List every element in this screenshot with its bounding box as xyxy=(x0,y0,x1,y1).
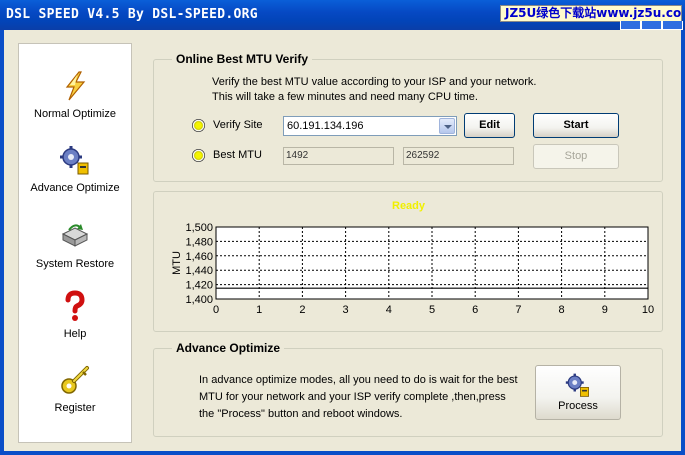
best-mtu-field: 1492 xyxy=(283,147,394,165)
sidebar-item-help[interactable]: Help xyxy=(19,290,131,340)
x-tick-label: 8 xyxy=(559,304,565,316)
y-tick-label: 1,460 xyxy=(185,251,213,263)
process-button[interactable]: Process xyxy=(535,365,621,420)
y-tick-label: 1,440 xyxy=(185,265,213,277)
group-title: Online Best MTU Verify xyxy=(172,52,313,66)
x-tick-label: 4 xyxy=(386,304,392,316)
x-tick-label: 3 xyxy=(343,304,349,316)
start-button[interactable]: Start xyxy=(533,113,619,138)
sidebar-item-label: Advance Optimize xyxy=(30,182,120,194)
sidebar-item-register[interactable]: Register xyxy=(19,364,131,414)
close-button[interactable] xyxy=(662,21,683,30)
advance-description-line2: MTU for your network and your ISP verify… xyxy=(199,391,506,403)
sidebar-item-label: System Restore xyxy=(35,258,115,270)
x-tick-label: 9 xyxy=(602,304,608,316)
window-controls xyxy=(620,21,683,30)
advance-description-line3: the "Process" button and reboot windows. xyxy=(199,408,403,420)
verify-site-label: Verify Site xyxy=(213,119,263,131)
sidebar-item-system-restore[interactable]: System Restore xyxy=(19,220,131,270)
best-mtu-led-icon xyxy=(192,149,205,162)
x-tick-label: 2 xyxy=(299,304,305,316)
chevron-down-icon[interactable] xyxy=(439,118,455,134)
lightning-icon xyxy=(65,71,86,101)
sidebar-item-advance-optimize[interactable]: Advance Optimize xyxy=(19,144,131,194)
x-tick-label: 10 xyxy=(642,304,654,316)
gears-icon xyxy=(60,146,89,175)
best-mtu-label: Best MTU xyxy=(213,149,262,161)
y-tick-label: 1,500 xyxy=(185,222,213,234)
key-icon xyxy=(61,366,89,394)
sidebar-item-label: Register xyxy=(54,402,96,414)
window-frame-bottom xyxy=(0,451,685,455)
watermark-banner: JZ5U绿色下载站www.jz5u.com xyxy=(500,5,682,22)
stop-button[interactable]: Stop xyxy=(533,144,619,169)
gears-icon xyxy=(565,373,589,397)
mtu-description-line2: This will take a few minutes and need ma… xyxy=(212,91,478,103)
sidebar-item-label: Help xyxy=(63,328,87,340)
title-bar[interactable]: DSL SPEED V4.5 By DSL-SPEED.ORG JZ5U绿色下载… xyxy=(0,0,685,30)
mtu-description-line1: Verify the best MTU value according to y… xyxy=(212,76,537,88)
verify-site-value: 60.191.134.196 xyxy=(287,120,364,132)
x-tick-label: 6 xyxy=(472,304,478,316)
y-tick-label: 1,420 xyxy=(185,280,213,292)
mtu-chart: 0 1 2 3 4 5 6 7 8 9 10 1,500 1,480 1,460 1,440 1,420 1,4… xyxy=(171,222,654,316)
question-icon xyxy=(65,290,85,321)
x-tick-label: 1 xyxy=(256,304,262,316)
x-tick-label: 5 xyxy=(429,304,435,316)
x-tick-label: 7 xyxy=(515,304,521,316)
sidebar: Normal Optimize Advance Optimize System … xyxy=(18,43,132,443)
sidebar-item-normal-optimize[interactable]: Normal Optimize xyxy=(19,70,131,120)
edit-button[interactable]: Edit xyxy=(464,113,515,138)
group-title: Advance Optimize xyxy=(172,341,285,355)
window-frame-right xyxy=(681,30,685,455)
verify-site-led-icon xyxy=(192,119,205,132)
y-tick-label: 1,480 xyxy=(185,236,213,248)
verify-site-select[interactable]: 60.191.134.196 xyxy=(283,116,457,136)
restore-icon xyxy=(61,224,89,247)
sidebar-item-label: Normal Optimize xyxy=(34,108,116,120)
process-button-label: Process xyxy=(558,400,598,412)
maximize-button[interactable] xyxy=(641,21,662,30)
y-tick-label: 1,400 xyxy=(185,294,213,306)
x-tick-label: 0 xyxy=(213,304,219,316)
minimize-button[interactable] xyxy=(620,21,641,30)
best-mtu-secondary-field: 262592 xyxy=(403,147,514,165)
advance-description-line1: In advance optimize modes, all you need … xyxy=(199,374,518,386)
window-title: DSL SPEED V4.5 By DSL-SPEED.ORG xyxy=(6,7,258,22)
y-axis-label: MTU xyxy=(171,251,183,275)
